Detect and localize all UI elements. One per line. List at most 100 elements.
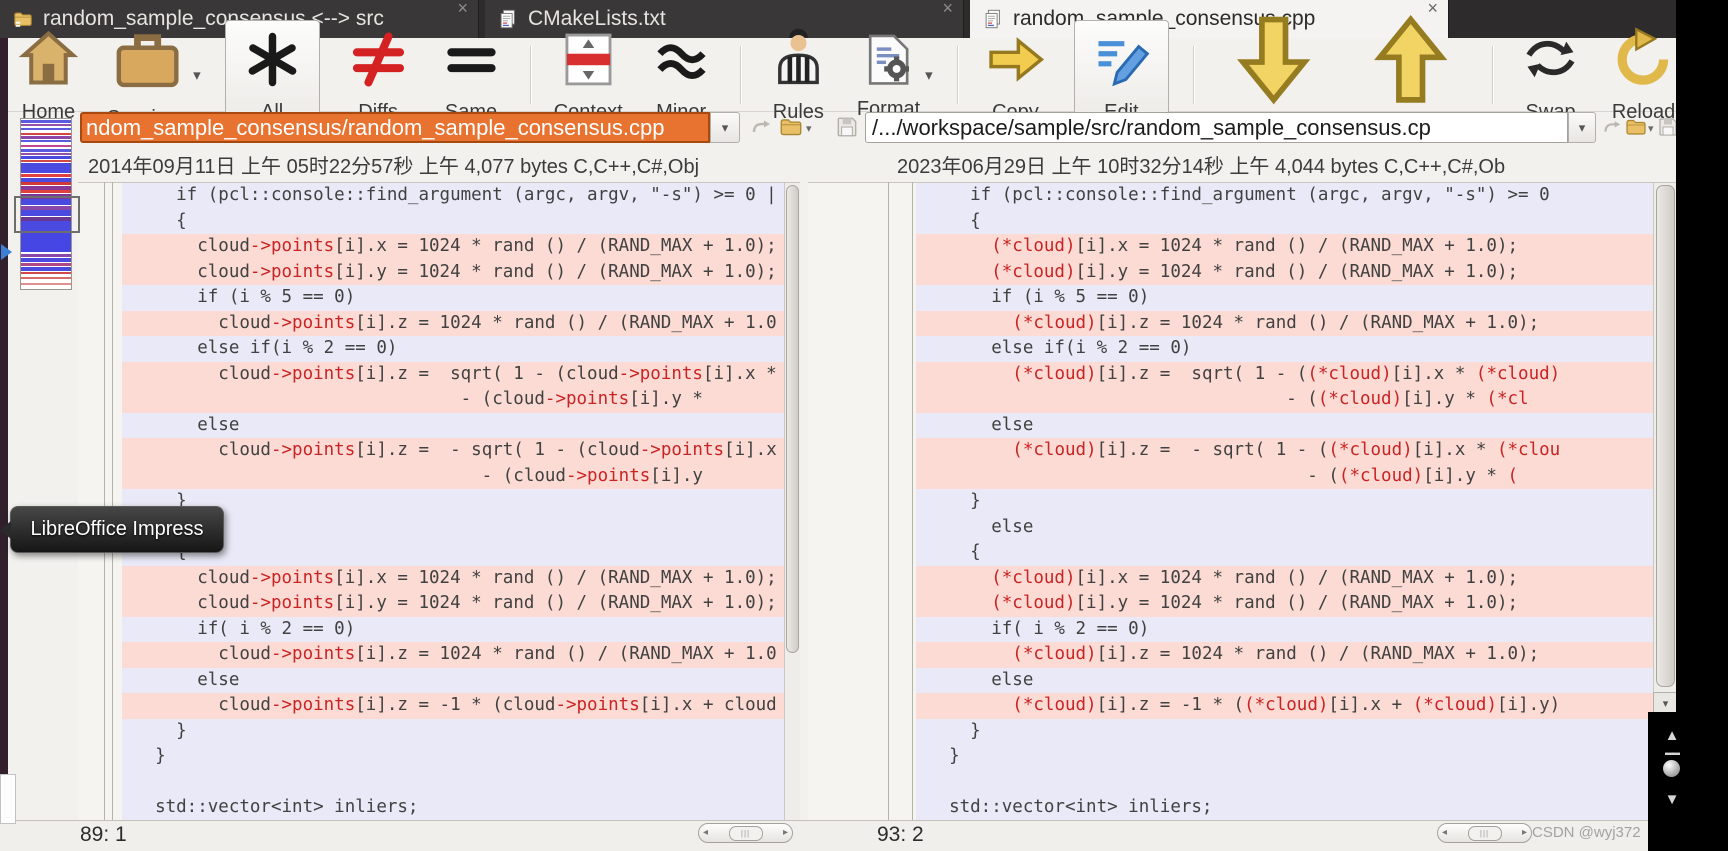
code-line: - ((*cloud)[i].y * (*cl bbox=[916, 387, 1653, 413]
equal-icon bbox=[437, 25, 506, 99]
diff-stripe bbox=[21, 136, 71, 139]
toolbar-reload-button[interactable]: Reload bbox=[1609, 25, 1678, 124]
code-line: - (cloud->points[i].y bbox=[122, 463, 784, 490]
swap-icon bbox=[1516, 25, 1585, 99]
copy-arrow-icon bbox=[981, 25, 1050, 99]
asterisk-icon bbox=[238, 25, 307, 99]
code-line: cloud->points[i].x = 1024 * rand () / (R… bbox=[122, 234, 784, 260]
code-line: cloud->points[i].z = 1024 * rand () / (R… bbox=[122, 310, 784, 337]
diff-stripe bbox=[21, 263, 71, 266]
left-horizontal-scrollbar[interactable]: ◂ ||| ▸ bbox=[698, 823, 793, 843]
not-equal-icon bbox=[344, 25, 413, 99]
chevron-down-icon: ▾ bbox=[721, 119, 729, 135]
code-line: } bbox=[122, 718, 784, 745]
nav-ball-icon[interactable] bbox=[1663, 760, 1680, 777]
scroll-right-icon[interactable]: ▸ bbox=[1522, 828, 1527, 838]
scroll-right-icon[interactable]: ▸ bbox=[783, 828, 788, 838]
beyond-compare-window: random_sample_consensus <--> src × CMakeLi… bbox=[0, 0, 1728, 851]
toolbar-minor-button[interactable]: Minor bbox=[647, 25, 716, 124]
scroll-to-top-icon[interactable]: ▲ ▬▬ bbox=[1660, 728, 1684, 758]
watermark: CSDN @wyj372 bbox=[1532, 824, 1641, 841]
down-arrow-icon bbox=[1217, 3, 1330, 121]
right-vertical-scrollbar[interactable] bbox=[1653, 182, 1677, 693]
code-line: cloud->points[i].z = -1 * (cloud->points… bbox=[122, 693, 784, 719]
diff-stripe bbox=[21, 174, 71, 177]
code-line: - (cloud->points[i].y * bbox=[122, 387, 784, 413]
left-vertical-scrollbar[interactable] bbox=[784, 182, 800, 821]
right-path-dropdown-button[interactable]: ▾ bbox=[1568, 112, 1596, 143]
code-line: else bbox=[122, 667, 784, 694]
scrollbar-down-button[interactable]: ▾ bbox=[1653, 692, 1678, 714]
right-horizontal-scrollbar[interactable]: ◂ ||| ▸ bbox=[1437, 823, 1532, 843]
scroll-to-bottom-icon[interactable]: ▼ bbox=[1660, 792, 1684, 807]
overview-viewport[interactable] bbox=[14, 196, 80, 233]
toolbar-context-button[interactable]: Context bbox=[554, 25, 623, 124]
code-line: (*cloud)[i].y = 1024 * rand () / (RAND_M… bbox=[916, 591, 1653, 617]
right-path-input[interactable] bbox=[865, 112, 1568, 143]
toolbar-home-button[interactable]: Home bbox=[14, 25, 83, 124]
right-vscroll-thumb[interactable] bbox=[1656, 185, 1675, 687]
chevron-down-icon[interactable]: ▾ bbox=[806, 122, 812, 135]
left-save-icon[interactable] bbox=[834, 114, 860, 140]
hscroll-thumb[interactable]: ||| bbox=[1467, 825, 1502, 841]
toolbar-copy-button[interactable]: Copy bbox=[981, 25, 1050, 124]
hscroll-thumb[interactable]: ||| bbox=[728, 825, 763, 841]
window-fragment bbox=[0, 774, 16, 824]
toolbar-format-button[interactable]: Format ▾ bbox=[857, 28, 933, 121]
left-cursor-position: 89: 1 bbox=[80, 823, 127, 846]
gutter-line bbox=[888, 182, 889, 820]
code-line bbox=[916, 769, 1653, 796]
code-line: if (i % 5 == 0) bbox=[916, 285, 1653, 311]
code-line: if (pcl::console::find_argument (argc, a… bbox=[122, 183, 784, 209]
diff-stripe bbox=[21, 190, 71, 193]
tab-close-icon[interactable]: × bbox=[942, 0, 953, 17]
dropdown-caret-icon[interactable]: ▾ bbox=[193, 66, 201, 84]
toolbar-swap-button[interactable]: Swap bbox=[1516, 25, 1585, 124]
scroll-left-icon[interactable]: ◂ bbox=[703, 828, 708, 838]
code-line: (*cloud)[i].z = 1024 * rand () / (RAND_M… bbox=[916, 642, 1653, 668]
code-line bbox=[122, 769, 784, 796]
left-code-editor[interactable]: if (pcl::console::find_argument (argc, a… bbox=[122, 182, 784, 821]
scroll-left-icon[interactable]: ◂ bbox=[1442, 828, 1447, 838]
code-line: (*cloud)[i].y = 1024 * rand () / (RAND_M… bbox=[916, 259, 1653, 286]
tab-close-icon[interactable]: × bbox=[457, 0, 468, 17]
diff-stripe bbox=[21, 182, 71, 185]
left-revert-icon[interactable] bbox=[748, 116, 772, 140]
diff-stripe bbox=[21, 272, 71, 274]
code-line: (*cloud)[i].z = sqrt( 1 - ((*cloud)[i].x… bbox=[916, 361, 1653, 388]
left-path-input[interactable] bbox=[80, 112, 710, 143]
right-code-editor[interactable]: if (pcl::console::find_argument (argc, a… bbox=[916, 182, 1653, 821]
left-vscroll-thumb[interactable] bbox=[786, 185, 799, 653]
right-browse-folder-icon[interactable] bbox=[1624, 115, 1648, 139]
code-line: else bbox=[916, 667, 1653, 694]
code-line: (*cloud)[i].z = -1 * ((*cloud)[i].x + (*… bbox=[916, 693, 1653, 719]
code-line: - ((*cloud)[i].y * ( bbox=[916, 463, 1653, 490]
chevron-down-icon[interactable]: ▾ bbox=[1648, 122, 1654, 135]
toolbar-diffs-button[interactable]: Diffs bbox=[344, 25, 413, 124]
code-line: else bbox=[122, 412, 784, 439]
right-gutter bbox=[808, 182, 916, 821]
code-line: } bbox=[916, 744, 1653, 770]
toolbar-rules-button[interactable]: Rules bbox=[764, 25, 833, 124]
diff-stripe bbox=[21, 254, 71, 257]
left-path-dropdown-button[interactable]: ▾ bbox=[710, 112, 740, 143]
right-cursor-position: 93: 2 bbox=[877, 823, 924, 846]
toolbar: HomeSessions▾AllDiffsSameContextMinorRul… bbox=[0, 14, 1678, 145]
code-line: else if(i % 2 == 0) bbox=[916, 336, 1653, 362]
diff-stripe bbox=[21, 283, 71, 285]
dropdown-caret-icon[interactable]: ▾ bbox=[925, 66, 933, 84]
code-line: else bbox=[916, 412, 1653, 439]
diff-stripe bbox=[21, 140, 71, 142]
code-line: cloud->points[i].z = 1024 * rand () / (R… bbox=[122, 642, 784, 668]
left-browse-folder-icon[interactable] bbox=[778, 114, 804, 140]
side-strip bbox=[1676, 0, 1728, 851]
right-revert-icon[interactable] bbox=[1600, 117, 1622, 139]
toolbar-same-button[interactable]: Same bbox=[437, 25, 506, 124]
code-line: } bbox=[122, 744, 784, 770]
diff-stripe bbox=[21, 128, 71, 130]
code-line: (*cloud)[i].z = 1024 * rand () / (RAND_M… bbox=[916, 310, 1653, 337]
window-edge bbox=[0, 38, 8, 851]
diff-stripe bbox=[21, 267, 71, 271]
code-line: } bbox=[916, 718, 1653, 745]
diff-stripe bbox=[21, 156, 71, 159]
